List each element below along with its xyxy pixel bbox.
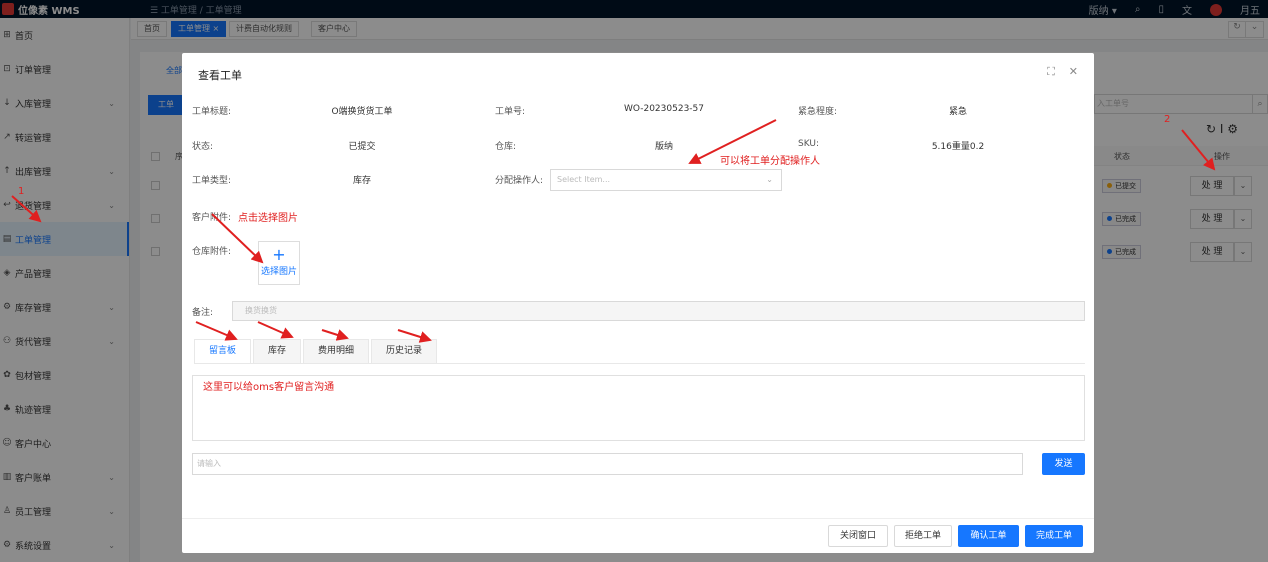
annotation-image-note: 点击选择图片 [238, 213, 298, 224]
customer-attachment-label: 客户附件: [192, 213, 232, 223]
tab-fee-details[interactable]: 费用明细 [303, 339, 370, 363]
plus-icon: + [272, 245, 286, 264]
detail-tabs: 留言板 库存 费用明细 历史记录 [194, 339, 439, 363]
remark-field[interactable]: 换货换货 [232, 301, 1085, 321]
modal-title: 查看工单 [198, 69, 242, 82]
remark-label: 备注: [192, 308, 214, 318]
warehouse-value: 版纳 [654, 142, 673, 152]
footer-divider [182, 518, 1094, 519]
order-no-label: 工单号: [495, 107, 526, 117]
annotation-number-1: 1 [18, 186, 25, 197]
assignee-placeholder: Select Item... [557, 175, 611, 184]
order-no-value: WO-20230523-57 [624, 104, 704, 114]
upload-label: 选择图片 [260, 267, 297, 277]
type-value: 库存 [352, 176, 371, 186]
warehouse-label: 仓库: [495, 142, 517, 152]
status-label: 状态: [192, 142, 214, 152]
title-value: O端换货货工单 [331, 107, 393, 117]
urgency-value: 紧急 [948, 107, 967, 117]
status-value: 已提交 [348, 142, 376, 152]
annotation-number-2: 2 [1164, 114, 1171, 125]
message-input[interactable]: 请输入 [192, 453, 1023, 475]
view-work-order-modal: 查看工单 ⛶ ✕ 工单标题: O端换货货工单 工单号: WO-20230523-… [182, 53, 1094, 553]
annotation-assign-note: 可以将工单分配操作人 [720, 156, 820, 167]
complete-order-button[interactable]: 完成工单 [1025, 525, 1083, 547]
assignee-select[interactable]: Select Item... ⌄ [550, 169, 782, 191]
reject-order-button[interactable]: 拒绝工单 [894, 525, 952, 547]
title-label: 工单标题: [192, 107, 232, 117]
upload-image-button[interactable]: + 选择图片 [258, 241, 300, 285]
warehouse-attachment-label: 仓库附件: [192, 247, 232, 257]
chevron-down-icon: ⌄ [766, 175, 773, 184]
confirm-order-button[interactable]: 确认工单 [958, 525, 1019, 547]
send-button[interactable]: 发送 [1042, 453, 1085, 475]
tab-history[interactable]: 历史记录 [371, 339, 438, 363]
annotation-board-note: 这里可以给oms客户留言沟通 [203, 382, 335, 393]
sku-label: SKU: [798, 139, 819, 149]
close-icon[interactable]: ✕ [1069, 65, 1078, 79]
type-label: 工单类型: [192, 176, 232, 186]
sku-value: 5.16重量0.2 [931, 142, 985, 152]
tab-message-board[interactable]: 留言板 [194, 339, 252, 363]
fullscreen-icon[interactable]: ⛶ [1047, 65, 1055, 79]
urgency-label: 紧急程度: [798, 107, 838, 117]
assign-label: 分配操作人: [495, 176, 544, 186]
modal-controls: ⛶ ✕ [1047, 65, 1078, 79]
tab-divider [194, 363, 1085, 364]
tab-inventory[interactable]: 库存 [253, 339, 302, 363]
close-window-button[interactable]: 关闭窗口 [828, 525, 888, 547]
